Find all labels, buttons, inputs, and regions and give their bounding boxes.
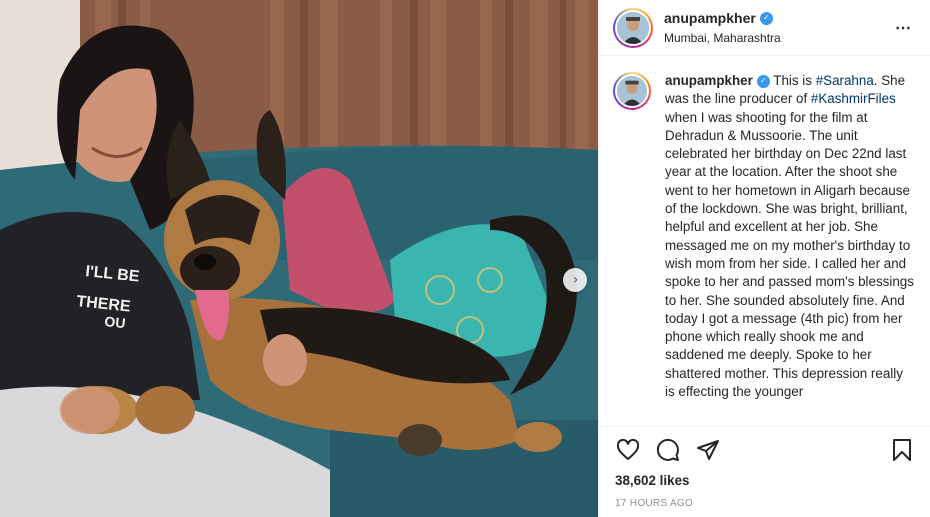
svg-text:OU: OU bbox=[104, 313, 127, 331]
bookmark-icon bbox=[893, 439, 911, 461]
comment-icon bbox=[656, 438, 679, 461]
verified-badge-icon: ✓ bbox=[759, 11, 773, 25]
post-caption: anupampkher ✓ This is #Sarahna. She was … bbox=[665, 72, 916, 426]
action-bar bbox=[615, 437, 915, 463]
caption-text: This is bbox=[769, 73, 816, 88]
post-panel: anupampkher ✓ Mumbai, Maharashtra ⋯ anup… bbox=[598, 0, 930, 517]
post-location[interactable]: Mumbai, Maharashtra bbox=[664, 31, 891, 45]
caption-username[interactable]: anupampkher bbox=[665, 72, 753, 90]
next-photo-button[interactable]: › bbox=[563, 268, 587, 292]
like-button[interactable] bbox=[615, 437, 641, 463]
post-actions: 38,602 likes 17 HOURS AGO bbox=[599, 426, 930, 509]
hashtag-link[interactable]: #KashmirFiles bbox=[811, 91, 896, 106]
chevron-right-icon: › bbox=[572, 272, 579, 288]
share-icon bbox=[697, 440, 719, 460]
hashtag-link[interactable]: #Sarahna bbox=[816, 73, 874, 88]
post-header: anupampkher ✓ Mumbai, Maharashtra ⋯ bbox=[599, 0, 930, 56]
post-photo[interactable]: I'LL BE THERE OU › bbox=[0, 0, 598, 517]
author-username[interactable]: anupampkher bbox=[664, 10, 756, 26]
heart-icon bbox=[616, 438, 640, 460]
caption-text: when I was shooting for the film at Dehr… bbox=[665, 109, 914, 400]
more-options-icon[interactable]: ⋯ bbox=[891, 14, 916, 42]
post-author[interactable]: anupampkher ✓ bbox=[664, 10, 773, 26]
caption-avatar[interactable] bbox=[613, 72, 651, 110]
comment-button[interactable] bbox=[655, 437, 681, 463]
like-count[interactable]: 38,602 likes bbox=[615, 473, 915, 488]
post-timestamp[interactable]: 17 HOURS AGO bbox=[615, 498, 915, 509]
post-image: I'LL BE THERE OU bbox=[0, 0, 598, 517]
share-button[interactable] bbox=[695, 437, 721, 463]
verified-badge-icon: ✓ bbox=[756, 74, 770, 88]
caption-section: anupampkher ✓ This is #Sarahna. She was … bbox=[599, 56, 930, 426]
save-button[interactable] bbox=[889, 437, 915, 463]
avatar-image bbox=[615, 74, 649, 108]
avatar-image bbox=[615, 9, 651, 46]
caption-username-link[interactable]: anupampkher ✓ bbox=[665, 72, 770, 90]
avatar[interactable] bbox=[613, 7, 653, 48]
